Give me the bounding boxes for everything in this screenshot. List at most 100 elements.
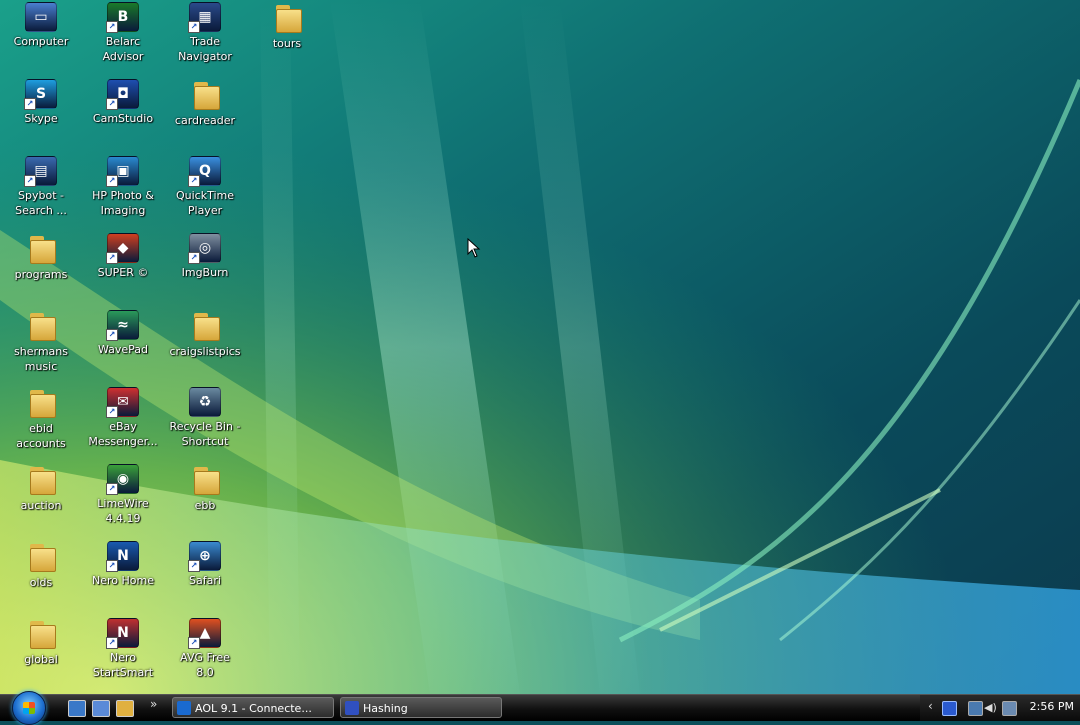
shortcut-arrow-icon: ↗ [106, 560, 118, 572]
shortcut-arrow-icon: ↗ [106, 21, 118, 33]
desktop-icon-skype[interactable]: S ↗ Skype [0, 77, 82, 126]
imgburn-icon: ◎ ↗ [188, 233, 221, 264]
desktop-icon-avg[interactable]: ▲ ↗ AVG Free 8.0 [164, 616, 246, 680]
trade-icon: ▦ ↗ [188, 2, 221, 33]
belarc-icon: B ↗ [106, 2, 139, 33]
shortcut-arrow-icon: ↗ [188, 560, 200, 572]
shortcut-arrow-icon: ↗ [106, 329, 118, 341]
shortcut-arrow-icon: ↗ [188, 637, 200, 649]
taskbar-button-label: AOL 9.1 - Connecte... [195, 702, 312, 715]
desktop-icon-quicktime[interactable]: Q ↗ QuickTime Player [164, 154, 246, 218]
nerohome-icon: N ↗ [106, 541, 139, 572]
desktop-icon-label: ImgBurn [181, 266, 229, 279]
taskbar-button-aol[interactable]: AOL 9.1 - Connecte... [172, 697, 334, 718]
desktop-icon-label: eBay Messenger... [88, 420, 158, 448]
tray-expand-button[interactable]: ‹ [928, 699, 933, 713]
desktop-icon-wavepad[interactable]: ≈ ↗ WavePad [82, 308, 164, 357]
desktop-icon-olds[interactable]: olds [0, 539, 82, 590]
desktop-icon-ebay[interactable]: ✉ ↗ eBay Messenger... [82, 385, 164, 449]
volume-icon[interactable]: ◀) [984, 701, 997, 714]
desktop-icon-label: SUPER © [97, 266, 149, 279]
desktop-icon-computer[interactable]: ▭ Computer [0, 0, 82, 49]
folder-icon [24, 310, 58, 342]
quick-launch-more-button[interactable]: » [150, 697, 157, 711]
shortcut-arrow-icon: ↗ [24, 98, 36, 110]
clock[interactable]: 2:56 PM [1030, 700, 1074, 713]
desktop-icon-label: Safari [189, 574, 221, 587]
network-tray-icon[interactable] [942, 701, 957, 716]
switch-windows-icon[interactable] [92, 700, 110, 717]
folder-icon [24, 541, 58, 573]
desktop-icon-safari[interactable]: ⊕ ↗ Safari [164, 539, 246, 588]
shortcut-arrow-icon: ↗ [106, 175, 118, 187]
desktop-icon-tours[interactable]: tours [246, 0, 328, 51]
folder-icon [270, 2, 304, 34]
shortcut-arrow-icon: ↗ [106, 483, 118, 495]
desktop-icon-auction[interactable]: auction [0, 462, 82, 513]
folder-icon [24, 233, 58, 265]
desktop-icon-global[interactable]: global [0, 616, 82, 667]
network-status-icon[interactable] [1002, 701, 1017, 716]
folder-icon [188, 79, 222, 111]
desktop-icon-limewire[interactable]: ◉ ↗ LimeWire 4.4.19 [82, 462, 164, 526]
shortcut-arrow-icon: ↗ [188, 252, 200, 264]
show-desktop-icon[interactable] [68, 700, 86, 717]
hpphoto-icon: ▣ ↗ [106, 156, 139, 187]
desktop-icon-craigslistpics[interactable]: craigslistpics [164, 308, 246, 359]
desktop-icon-label: QuickTime Player [175, 189, 235, 217]
aol-icon [177, 701, 191, 715]
hashing-icon [345, 701, 359, 715]
super-icon: ◆ ↗ [106, 233, 139, 264]
safari-icon: ⊕ ↗ [188, 541, 221, 572]
desktop-icon-label: WavePad [97, 343, 149, 356]
desktop-icon-label: Nero Home [92, 574, 154, 587]
desktop-icon-label: Recycle Bin - Shortcut [169, 420, 241, 448]
desktop-icon-nerostart[interactable]: N ↗ Nero StartSmart [82, 616, 164, 680]
shortcut-arrow-icon: ↗ [188, 21, 200, 33]
computer-icon: ▭ [25, 2, 57, 32]
desktop-icon-nerohome[interactable]: N ↗ Nero Home [82, 539, 164, 588]
desktop-icon-belarc[interactable]: B ↗ Belarc Advisor [82, 0, 164, 64]
desktop-icon-programs[interactable]: programs [0, 231, 82, 282]
desktop-icon-spybot[interactable]: ▤ ↗ Spybot - Search ... [0, 154, 82, 218]
desktop-icon-label: programs [14, 268, 68, 281]
desktop-icon-area: ▭ Computer B ↗ Belarc Advisor ▦ ↗ Trade Navigat… [0, 0, 1080, 694]
desktop-icon-trade[interactable]: ▦ ↗ Trade Navigator [164, 0, 246, 64]
desktop-icon-label: craigslistpics [169, 345, 241, 358]
display-tray-icon[interactable] [968, 701, 983, 716]
desktop-icon-label: HP Photo & Imaging [92, 189, 154, 217]
quicktime-icon: Q ↗ [188, 156, 221, 187]
shortcut-arrow-icon: ↗ [106, 637, 118, 649]
desktop-icon-super[interactable]: ◆ ↗ SUPER © [82, 231, 164, 280]
folder-icon [24, 387, 58, 419]
desktop-icon-imgburn[interactable]: ◎ ↗ ImgBurn [164, 231, 246, 280]
avg-icon: ▲ ↗ [188, 618, 221, 649]
desktop-icon-label: ebid accounts [16, 422, 66, 450]
skype-icon: S ↗ [24, 79, 57, 110]
desktop-icon-cardreader[interactable]: cardreader [164, 77, 246, 128]
folder-icon [188, 310, 222, 342]
spybot-icon: ▤ ↗ [24, 156, 57, 187]
desktop-icon-hpphoto[interactable]: ▣ ↗ HP Photo & Imaging [82, 154, 164, 218]
shortcut-arrow-icon: ↗ [106, 252, 118, 264]
desktop-icon-label: tours [272, 37, 302, 50]
desktop-icon-label: Trade Navigator [178, 35, 232, 63]
shortcut-arrow-icon: ↗ [106, 98, 118, 110]
folder-icon [188, 464, 222, 496]
taskbar-button-hashing[interactable]: Hashing [340, 697, 502, 718]
shortcut-arrow-icon: ↗ [24, 175, 36, 187]
taskbar: » AOL 9.1 - Connecte... Hashing ‹ ◀) 2:56… [0, 691, 1080, 725]
folder-launch-icon[interactable] [116, 700, 134, 717]
desktop-icon-label: ebb [194, 499, 216, 512]
desktop-icon-ebid[interactable]: ebid accounts [0, 385, 82, 451]
desktop-icon-label: olds [29, 576, 53, 589]
desktop-icon-recycle[interactable]: ♻ Recycle Bin - Shortcut [164, 385, 246, 449]
taskbar-button-label: Hashing [363, 702, 408, 715]
desktop-icon-camstudio[interactable]: ◘ ↗ CamStudio [82, 77, 164, 126]
desktop-icon-ebb[interactable]: ebb [164, 462, 246, 513]
folder-icon [24, 618, 58, 650]
recycle-icon: ♻ [189, 387, 221, 417]
desktop-icon-shermans[interactable]: shermans music [0, 308, 82, 374]
shortcut-arrow-icon: ↗ [188, 175, 200, 187]
desktop-icon-label: LimeWire 4.4.19 [97, 497, 149, 525]
